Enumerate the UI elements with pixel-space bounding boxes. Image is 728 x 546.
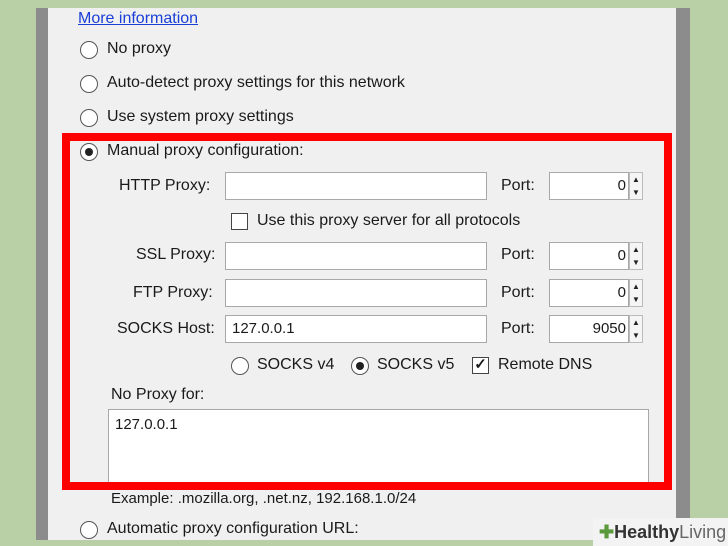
- auto-detect-label: Auto-detect proxy settings for this netw…: [107, 74, 405, 91]
- auto-config-url-radio[interactable]: [80, 521, 98, 539]
- auto-config-url-label: Automatic proxy configuration URL:: [107, 520, 359, 537]
- auto-detect-radio[interactable]: [80, 75, 98, 93]
- system-proxy-label: Use system proxy settings: [107, 108, 294, 125]
- plus-leaf-icon: ✚: [599, 522, 615, 542]
- watermark-light: Living: [679, 522, 727, 542]
- watermark-badge: ✚HealthyLiving: [593, 518, 728, 546]
- no-proxy-radio[interactable]: [80, 41, 98, 59]
- more-information-link[interactable]: More information: [78, 10, 198, 28]
- example-text: Example: .mozilla.org, .net.nz, 192.168.…: [111, 490, 417, 507]
- system-proxy-radio[interactable]: [80, 109, 98, 127]
- highlight-box: [62, 133, 672, 490]
- watermark-bold: Healthy: [614, 522, 680, 542]
- no-proxy-label: No proxy: [107, 40, 172, 57]
